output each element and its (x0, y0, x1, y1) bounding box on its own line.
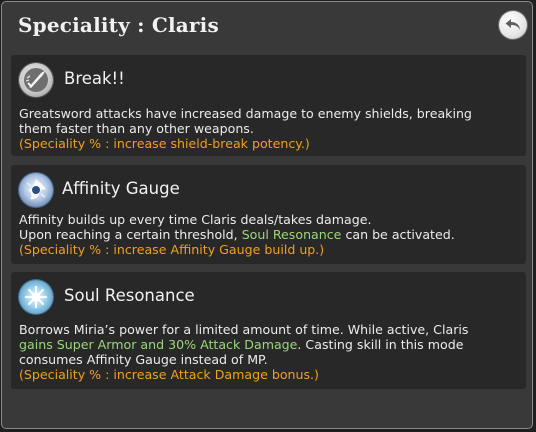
skill-description: Greatsword attacks have increased damage… (19, 106, 518, 151)
skill-description: Affinity builds up every time Claris dea… (19, 212, 518, 257)
desc-line: gains Super Armor and 30% Attack Damage.… (19, 337, 518, 352)
undo-arrow-icon (505, 19, 520, 30)
skill-card-break: Break!! Greatsword attacks have increase… (11, 55, 526, 156)
desc-line: Affinity builds up every time Claris dea… (19, 212, 372, 227)
desc-text: . Casting skill in this mode (297, 337, 464, 352)
desc-text: can be activated. (341, 227, 455, 242)
skill-name: Affinity Gauge (62, 179, 180, 198)
soul-resonance-highlight: Soul Resonance (241, 227, 342, 242)
desc-line: Greatsword attacks have increased damage… (19, 106, 472, 121)
speciality-bonus: (Speciality % : increase shield-break po… (19, 136, 310, 151)
sword-strike-icon (19, 63, 53, 97)
skill-name: Break!! (64, 69, 125, 88)
speciality-bonus: (Speciality % : increase Affinity Gauge … (19, 242, 325, 257)
affinity-spirit-icon (19, 173, 53, 207)
skill-name: Soul Resonance (64, 286, 195, 305)
skill-card-soul-resonance: Soul Resonance Borrows Miria’s power for… (11, 272, 526, 389)
desc-line: Upon reaching a certain threshold, Soul … (19, 227, 518, 242)
panel-title: Speciality : Claris (18, 13, 219, 37)
speciality-bonus: (Speciality % : increase Attack Damage b… (19, 367, 319, 382)
speciality-panel: Speciality : Claris Break!! Greatsword a… (1, 1, 533, 429)
skill-card-affinity-gauge: Affinity Gauge Affinity builds up every … (11, 165, 526, 264)
buff-highlight: gains Super Armor and 30% Attack Damage (19, 337, 298, 352)
desc-line: Borrows Miria’s power for a limited amou… (19, 322, 469, 337)
desc-text: Upon reaching a certain threshold, (19, 227, 242, 242)
desc-line: them faster than any other weapons. (19, 121, 254, 136)
skill-description: Borrows Miria’s power for a limited amou… (19, 322, 518, 382)
back-button[interactable] (499, 11, 527, 39)
soul-burst-icon (19, 280, 53, 314)
desc-line: consumes Affinity Gauge instead of MP. (19, 352, 268, 367)
